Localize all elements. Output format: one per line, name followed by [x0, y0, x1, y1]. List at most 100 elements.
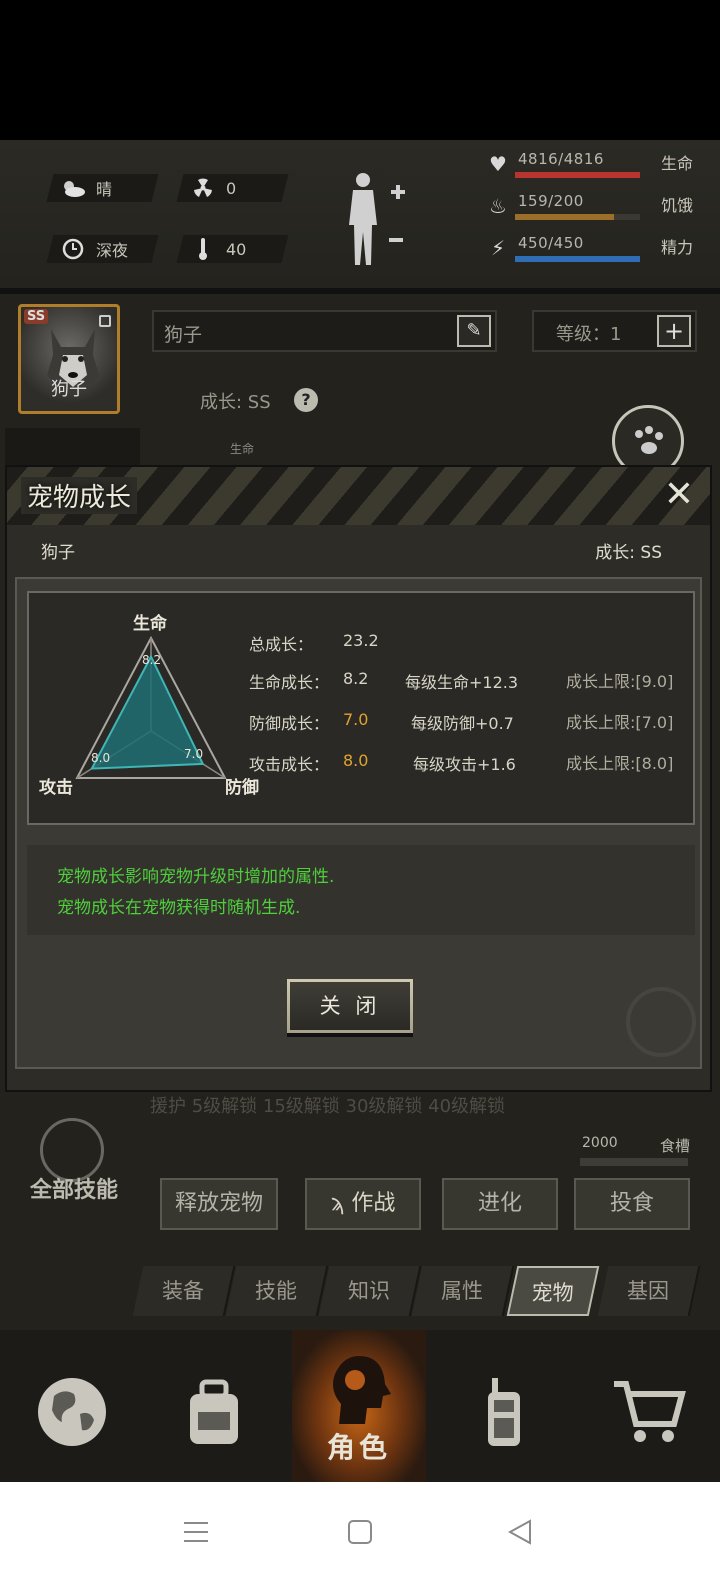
time-label: 深夜	[96, 241, 129, 260]
note-line-1: 宠物成长影响宠物升级时增加的属性.	[57, 867, 335, 887]
bottom-nav: 角色	[0, 1330, 720, 1482]
pet-avatar[interactable]: SS 狗子	[18, 304, 120, 414]
close-icon[interactable]: ✕	[664, 475, 694, 515]
tab-attributes-label: 属性	[441, 1279, 483, 1303]
modal-header: 宠物成长 ✕	[7, 467, 710, 525]
radar-label-defense: 防御	[225, 778, 259, 798]
time-chip: 深夜	[46, 235, 159, 263]
plus-icon: +	[663, 317, 685, 345]
faint-life-label: 生命	[230, 442, 255, 456]
pet-level-text: 等级：1	[556, 324, 622, 345]
status-area: 晴 0 深夜 40 ♥ 4816/4816 生命 ♨ 159/200 饥饿 ⚡ …	[0, 140, 720, 290]
radar-label-attack: 攻击	[39, 778, 73, 798]
attack-per-level: 每级攻击+1.6	[413, 755, 516, 774]
nav-backpack[interactable]	[154, 1330, 274, 1482]
character-tabs: 装备 技能 知识 属性 宠物 基因	[130, 1266, 720, 1316]
modal-subheader: 狗子 成长: SS	[7, 525, 710, 573]
hunger-icon: ♨	[489, 194, 507, 218]
nav-world[interactable]	[12, 1330, 132, 1482]
all-skills-button[interactable]: 全部技能	[24, 1118, 124, 1208]
tab-knowledge[interactable]: 知识	[318, 1266, 422, 1316]
character-head-icon	[333, 1356, 391, 1424]
energy-label: 精力	[660, 238, 693, 257]
radar-label-life: 生命	[133, 614, 167, 634]
back-icon[interactable]	[498, 1510, 542, 1554]
food-label: 食槽	[659, 1137, 690, 1155]
pet-growth-label: 成长: SS	[200, 392, 271, 413]
pencil-icon: ✎	[466, 320, 482, 341]
tab-genes[interactable]: 基因	[597, 1266, 701, 1316]
tab-skills-label: 技能	[255, 1279, 297, 1303]
heart-icon: ♥	[489, 152, 507, 176]
thermometer-icon	[190, 238, 216, 260]
edit-name-button[interactable]: ✎	[457, 315, 491, 347]
rank-badge: SS	[24, 309, 49, 324]
radiation-watermark-icon	[626, 987, 696, 1057]
energy-value: 450/450	[518, 234, 584, 252]
nav-radio[interactable]	[444, 1330, 564, 1482]
all-skills-label: 全部技能	[29, 1178, 118, 1203]
food-trough: 2000 食槽	[580, 1135, 690, 1175]
modal-title: 宠物成长	[21, 477, 138, 514]
unlock-row: 援护 5级解锁 15级解锁 30级解锁 40级解锁	[150, 1096, 506, 1117]
help-icon[interactable]: ?	[294, 388, 318, 412]
tab-attributes[interactable]: 属性	[411, 1266, 515, 1316]
tab-equipment-label: 装备	[162, 1279, 204, 1303]
life-growth-label: 生命成长：	[249, 673, 330, 692]
modal-growth-rank: 成长: SS	[595, 543, 662, 563]
tab-equipment[interactable]: 装备	[132, 1266, 236, 1316]
close-button-label: 关 闭	[290, 982, 410, 1030]
temperature-value: 40	[226, 239, 247, 259]
pet-slot-2[interactable]	[5, 428, 140, 468]
food-bar	[580, 1158, 688, 1166]
temperature-chip: 40	[176, 235, 289, 263]
pet-name-field[interactable]: 狗子 ✎	[152, 310, 497, 352]
radiation-chip: 0	[176, 174, 289, 202]
vital-hunger: ♨ 159/200 饥饿	[485, 192, 705, 226]
life-value: 4816/4816	[518, 150, 604, 168]
radiation-value: 0	[226, 178, 237, 198]
life-per-level: 每级生命+12.3	[405, 673, 519, 692]
walkie-talkie-icon	[488, 1378, 520, 1446]
defense-growth-limit: 成长上限:[7.0]	[566, 713, 674, 732]
backpack-icon	[190, 1379, 238, 1444]
tab-pet[interactable]: 宠物	[506, 1266, 600, 1316]
radar-value-defense: 7.0	[184, 747, 204, 761]
body-status-icon[interactable]	[345, 170, 415, 270]
battle-button[interactable]: ϡ 作战	[305, 1178, 421, 1230]
pet-name-text: 狗子	[164, 324, 203, 346]
stats-box: 生命 攻击 防御 8.2 8.0 7.0 总成长： 23.2 生命成长： 8.2…	[27, 591, 695, 825]
pet-level-box: 等级：1 +	[532, 310, 697, 352]
total-growth-value: 23.2	[343, 631, 379, 650]
evolve-button[interactable]: 进化	[442, 1178, 558, 1230]
growth-notes: 宠物成长影响宠物升级时增加的属性. 宠物成长在宠物获得时随机生成.	[27, 845, 695, 935]
energy-icon: ⚡	[490, 236, 506, 260]
modal-pet-name: 狗子	[41, 543, 75, 563]
claw-icon: ϡ	[330, 1191, 352, 1216]
life-growth-limit: 成长上限:[9.0]	[566, 672, 674, 691]
energy-bar	[515, 256, 640, 262]
growth-radar: 生命 攻击 防御 8.2 8.0 7.0	[29, 593, 259, 823]
release-pet-button[interactable]: 释放宠物	[160, 1178, 278, 1230]
cloud-sun-icon	[60, 177, 86, 199]
level-up-button[interactable]: +	[657, 315, 691, 347]
tab-skills[interactable]: 技能	[225, 1266, 329, 1316]
weather-chip: 晴	[46, 174, 159, 202]
close-button[interactable]: 关 闭	[287, 979, 413, 1033]
menu-icon[interactable]	[174, 1510, 218, 1554]
home-icon[interactable]	[338, 1510, 382, 1554]
top-black-area	[0, 0, 720, 140]
nav-shop[interactable]	[588, 1330, 708, 1482]
nav-character[interactable]: 角色	[292, 1330, 426, 1482]
hunger-label: 饥饿	[660, 196, 693, 215]
avatar-name: 狗子	[51, 379, 87, 400]
battle-label: 作战	[351, 1191, 396, 1216]
life-growth-value: 8.2	[343, 669, 369, 688]
defense-growth-value: 7.0	[343, 710, 369, 729]
life-label: 生命	[660, 154, 693, 173]
feed-button[interactable]: 投食	[574, 1178, 690, 1230]
tab-knowledge-label: 知识	[348, 1279, 390, 1303]
food-value: 2000	[582, 1135, 618, 1151]
defense-per-level: 每级防御+0.7	[411, 714, 514, 733]
weather-label: 晴	[96, 180, 113, 199]
